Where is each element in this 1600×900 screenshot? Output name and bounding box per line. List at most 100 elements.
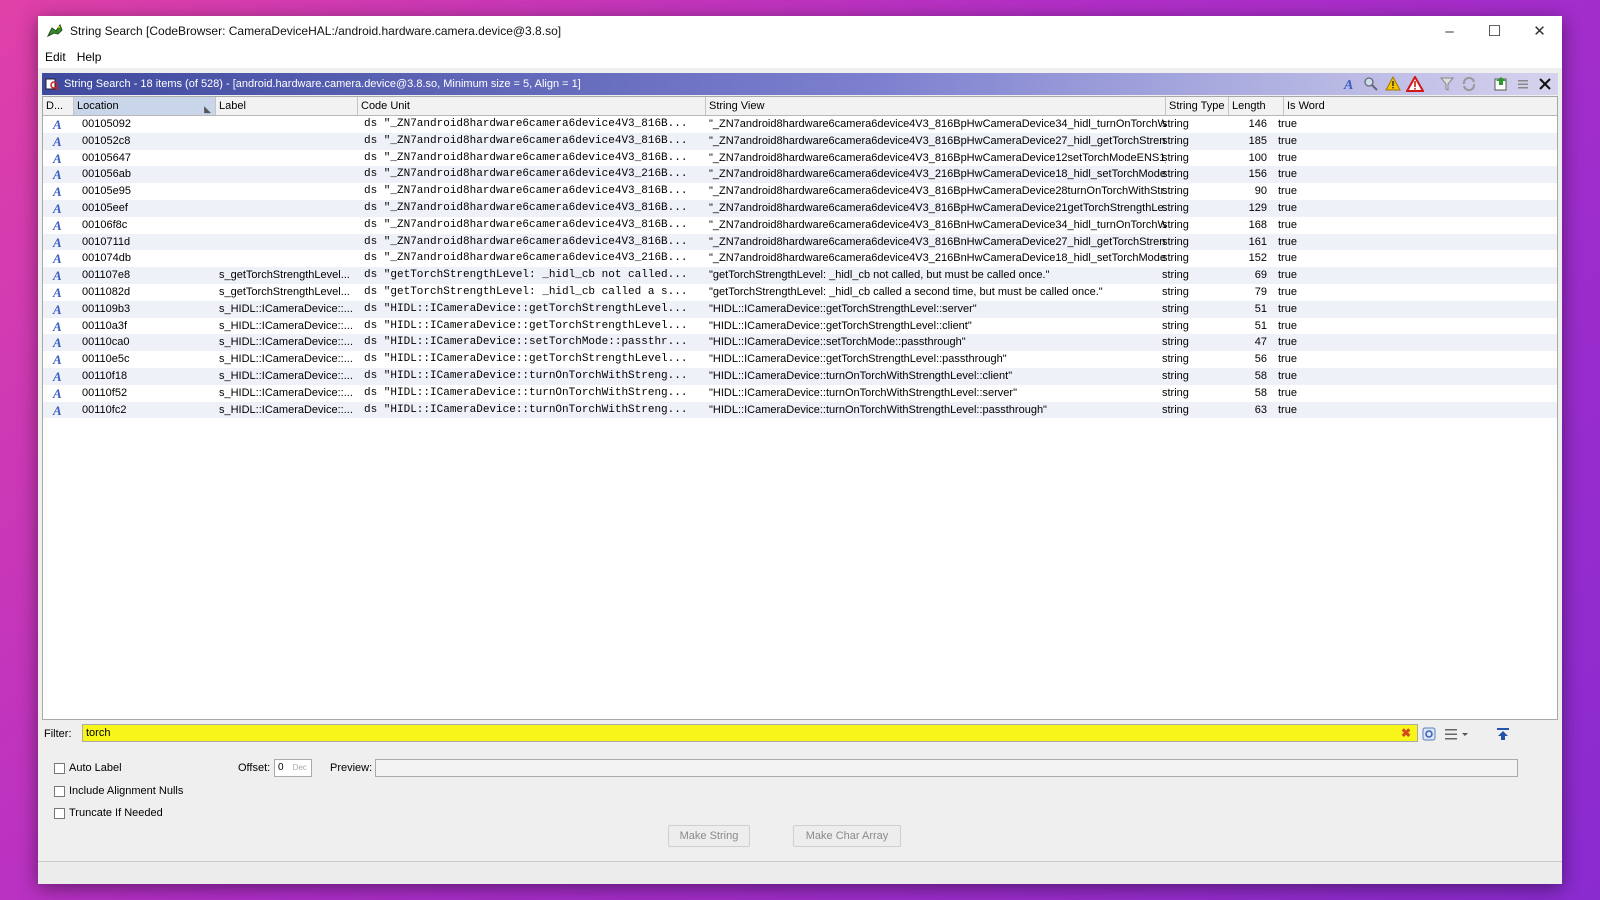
table-row[interactable]: A 001109b3 s_HIDL::ICameraDevice::... ds "H… (43, 300, 1557, 318)
filter-options-icon[interactable] (1418, 724, 1440, 744)
col-header-location[interactable]: Location ◣ (74, 97, 216, 115)
cell-label (216, 234, 358, 251)
checkbox-box[interactable] (54, 785, 65, 797)
close-provider-icon[interactable] (1534, 74, 1556, 94)
cell-string-view: "_ZN7android8hardware6camera6device4V3_8… (709, 151, 1166, 164)
table-row[interactable]: A 00110ca0 s_HIDL::ICameraDevice::... ds "H… (43, 334, 1557, 352)
col-header-code-unit[interactable]: Code Unit (358, 97, 706, 115)
clear-filter-icon[interactable]: ✖ (1401, 726, 1411, 740)
cell-label (216, 217, 358, 234)
filter-input[interactable] (82, 724, 1418, 742)
table-row[interactable]: A 001056ab ds "_ZN7android8hardware6camera… (43, 166, 1557, 184)
cell-string-view: "_ZN7android8hardware6camera6device4V3_8… (709, 218, 1166, 231)
col-header-is-word[interactable]: Is Word (1284, 97, 1557, 115)
minimize-button[interactable]: – (1427, 16, 1472, 46)
table-row[interactable]: A 00105647 ds "_ZN7android8hardware6camera… (43, 150, 1557, 167)
table-row[interactable]: A 0011082d s_getTorchStrengthLevel... ds "g… (43, 284, 1557, 301)
preview-label: Preview: (330, 762, 373, 774)
table-row[interactable]: A 001052c8 ds "_ZN7android8hardware6camera… (43, 132, 1557, 150)
table-row[interactable]: A 00110fc2 s_HIDL::ICameraDevice::... ds "H… (43, 401, 1557, 419)
filter-bar: Filter: ✖ (42, 722, 1558, 746)
cell-code-unit: ds "_ZN7android8hardware6camera6device4V… (364, 201, 688, 214)
export-tool-icon[interactable] (1490, 74, 1512, 94)
make-string-tool-icon[interactable]: A (1338, 74, 1360, 94)
refresh-tool-icon[interactable] (1458, 74, 1480, 94)
auto-label-checkbox[interactable]: Auto Label (54, 762, 122, 774)
offset-field[interactable]: 0 Dec (274, 759, 312, 777)
menu-tool-icon[interactable] (1512, 74, 1534, 94)
cell-length: 100 (1248, 151, 1267, 164)
cell-length: 69 (1254, 269, 1267, 282)
table-row[interactable]: A 00105e95 ds "_ZN7android8hardware6camera… (43, 183, 1557, 200)
table-row[interactable]: A 001107e8 s_getTorchStrengthLevel... ds "g… (43, 267, 1557, 284)
make-string-button[interactable]: Make String (668, 825, 750, 847)
cell-type: string (1162, 369, 1189, 382)
cell-length: 58 (1254, 386, 1267, 399)
col-header-string-view[interactable]: String View (706, 97, 1166, 115)
cell-code-unit: ds "HIDL::ICameraDevice::turnOnTorchWith… (364, 403, 688, 416)
cell-code-unit: ds "_ZN7android8hardware6camera6device4V… (364, 118, 688, 130)
table-row[interactable]: A 00110a3f s_HIDL::ICameraDevice::... ds "H… (43, 318, 1557, 335)
cell-code-unit: ds "_ZN7android8hardware6camera6device4V… (364, 235, 688, 248)
cell-location: 00110ca0 (82, 336, 130, 349)
string-type-icon: A (53, 133, 62, 149)
cell-string-view: "_ZN7android8hardware6camera6device4V3_8… (709, 118, 1166, 130)
truncate-if-needed-checkbox[interactable]: Truncate If Needed (54, 807, 163, 819)
cell-string-view: "_ZN7android8hardware6camera6device4V3_8… (709, 201, 1166, 214)
offset-unit: Dec (292, 763, 307, 772)
scroll-to-top-icon[interactable] (1492, 724, 1514, 744)
table-row[interactable]: A 00110f52 s_HIDL::ICameraDevice::... ds "H… (43, 385, 1557, 402)
cell-type: string (1162, 118, 1189, 130)
include-alignment-nulls-checkbox[interactable]: Include Alignment Nulls (54, 785, 183, 797)
cell-type: string (1162, 168, 1189, 181)
checkbox-box[interactable] (54, 762, 65, 774)
search-tool-icon[interactable] (1360, 74, 1382, 94)
make-char-array-button[interactable]: Make Char Array (793, 825, 901, 847)
col-header-string-type[interactable]: String Type (1166, 97, 1229, 115)
col-header-length[interactable]: Length (1229, 97, 1284, 115)
include-alignment-nulls-text: Include Alignment Nulls (69, 785, 184, 797)
table-row[interactable]: A 00106f8c ds "_ZN7android8hardware6camera… (43, 217, 1557, 234)
col-header-d[interactable]: D... (43, 97, 74, 115)
table-row[interactable]: A 0010711d ds "_ZN7android8hardware6camera… (43, 233, 1557, 251)
cell-is-word: true (1278, 353, 1297, 366)
cell-code-unit: ds "_ZN7android8hardware6camera6device4V… (364, 218, 688, 231)
table-row[interactable]: A 00105092 ds "_ZN7android8hardware6camera… (43, 116, 1557, 133)
menu-edit[interactable]: Edit (45, 50, 66, 64)
maximize-button[interactable]: ☐ (1472, 16, 1517, 46)
cell-type: string (1162, 336, 1189, 349)
close-window-button[interactable]: ✕ (1517, 16, 1562, 46)
table-header: D... Location ◣ Label Code Unit String V… (43, 97, 1557, 116)
cell-string-view: "getTorchStrengthLevel: _hidl_cb called … (709, 285, 1103, 298)
col-header-label[interactable]: Label (216, 97, 358, 115)
cell-string-view: "getTorchStrengthLevel: _hidl_cb not cal… (709, 269, 1050, 282)
checkbox-box[interactable] (54, 807, 65, 819)
cell-is-word: true (1278, 134, 1297, 147)
filter-label: Filter: (44, 728, 72, 740)
cell-is-word: true (1278, 369, 1297, 382)
cell-code-unit: ds "HIDL::ICameraDevice::turnOnTorchWith… (364, 386, 688, 399)
cell-is-word: true (1278, 403, 1297, 416)
cell-is-word: true (1278, 218, 1297, 231)
warning-tool-icon[interactable] (1382, 74, 1404, 94)
cell-type: string (1162, 235, 1189, 248)
cell-is-word: true (1278, 319, 1297, 332)
menu-help[interactable]: Help (77, 50, 102, 64)
cell-code-unit: ds "_ZN7android8hardware6camera6device4V… (364, 185, 688, 198)
column-filter-icon[interactable] (1442, 724, 1472, 744)
cell-location: 00105647 (82, 151, 131, 164)
error-tool-icon[interactable] (1404, 74, 1426, 94)
filter-tool-icon[interactable] (1436, 74, 1458, 94)
cell-type: string (1162, 386, 1189, 399)
cell-is-word: true (1278, 118, 1297, 130)
cell-location: 0011082d (82, 285, 131, 298)
string-type-icon: A (53, 268, 62, 284)
string-type-icon: A (53, 150, 62, 166)
provider-toolbar: A (1338, 73, 1556, 95)
table-row[interactable]: A 00105eef ds "_ZN7android8hardware6camera… (43, 199, 1557, 217)
cell-type: string (1162, 285, 1189, 298)
table-row[interactable]: A 00110e5c s_HIDL::ICameraDevice::... ds "H… (43, 351, 1557, 368)
table-row[interactable]: A 001074db ds "_ZN7android8hardware6camera… (43, 250, 1557, 267)
cell-location: 001052c8 (82, 134, 131, 147)
table-row[interactable]: A 00110f18 s_HIDL::ICameraDevice::... ds "H… (43, 367, 1557, 385)
